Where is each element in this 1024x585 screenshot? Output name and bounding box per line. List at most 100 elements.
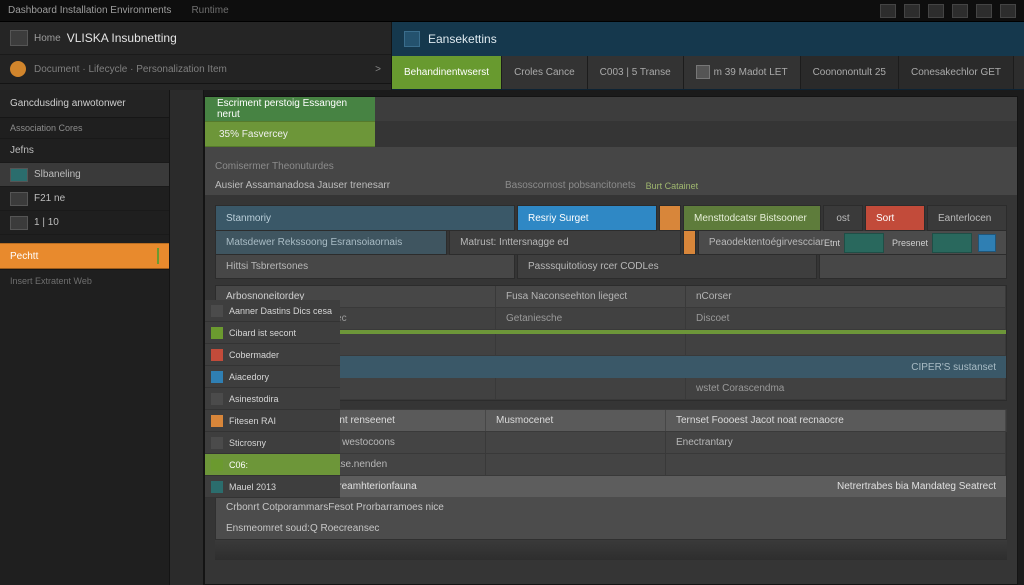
list-item[interactable]: Cibard ist secont [205, 322, 340, 344]
chevron-right-icon[interactable]: > [375, 64, 381, 75]
list-item[interactable]: Cobermader [205, 344, 340, 366]
user-avatar-icon[interactable] [10, 61, 26, 77]
gutter-panel [170, 90, 204, 585]
col-subheader: Peaodektentoégirvescciar Etnt Presenet [698, 231, 1007, 255]
tool-icon[interactable] [976, 4, 992, 18]
nav-item[interactable]: F21 ne [0, 187, 169, 211]
color-swatch-icon [211, 371, 223, 383]
col-marker [683, 231, 696, 255]
chip-small[interactable]: Etnt [824, 238, 840, 248]
section-band-meta: CIPER'S sustanset [891, 362, 996, 373]
color-swatch-icon [211, 327, 223, 339]
col-header-primary[interactable]: Resriy Surget [517, 205, 657, 231]
tool-icon[interactable] [952, 4, 968, 18]
color-swatch-icon [211, 459, 223, 471]
panel-footer-shade [215, 540, 1007, 560]
th[interactable]: Ternset Foooest Jacot noat recnaocre [666, 410, 1006, 431]
col-header-small[interactable]: ost [823, 205, 863, 231]
accent-bar-icon [157, 248, 159, 264]
tab-secondary[interactable]: Croles Cance [502, 56, 588, 90]
list-item[interactable]: Fitesen RAI [205, 410, 340, 432]
cell [666, 454, 1006, 476]
tool-icon[interactable] [880, 4, 896, 18]
module-title: Eansekettins [392, 22, 1024, 56]
grid-value: wstet Corascendma [686, 378, 1006, 400]
breadcrumb: Document · Lifecycle · Personalization I… [34, 64, 227, 75]
chip-icon[interactable] [978, 234, 996, 252]
nav-hint: Insert Extratent Web [0, 269, 169, 292]
nav-cta-label: Pechtt [10, 251, 38, 262]
chip-small[interactable]: Presenet [892, 238, 928, 248]
window-tool-cluster [880, 4, 1016, 18]
grid-value[interactable] [496, 334, 686, 356]
grid-value[interactable] [686, 334, 1006, 356]
tab-secondary[interactable]: Conesakechlor GET [899, 56, 1014, 90]
grid-value[interactable]: Discoet [686, 308, 1006, 330]
nav-item[interactable]: Jefns [0, 139, 169, 163]
col-marker [659, 205, 681, 231]
column-header-region: Stanmoriy Resriy Surget Mensttodcatsr Bi… [215, 205, 1007, 279]
tool-icon[interactable] [928, 4, 944, 18]
tab-secondary[interactable]: Coononontult 25 [801, 56, 899, 90]
tab-secondary[interactable]: C003 | 5 Transe [588, 56, 684, 90]
app-logo-icon [10, 30, 28, 46]
color-swatch-icon [211, 393, 223, 405]
module-icon [404, 31, 420, 47]
col-header-alert[interactable]: Sort [865, 205, 925, 231]
substage-line: Ausier Assamanadosa Jauser trenesarr Bas… [215, 176, 1001, 195]
list-item[interactable]: Mauel 2013 [205, 476, 340, 498]
window-title: Dashboard Installation Environments [8, 5, 171, 16]
toolbar-tab[interactable] [375, 97, 1017, 121]
list-item[interactable]: Aiacedory [205, 366, 340, 388]
tab-main[interactable]: Behandinentwserst [392, 56, 502, 90]
th[interactable]: Musmocenet [486, 410, 666, 431]
cell[interactable]: Enectrantary [666, 432, 1006, 454]
box-icon [10, 192, 28, 206]
box-icon [10, 216, 28, 230]
module-tabs: Behandinentwserst Croles Cance C003 | 5 … [392, 56, 1024, 90]
col-header[interactable]: Mensttodcatsr Bistsooner [683, 205, 821, 231]
list-item[interactable]: Asinestodira [205, 388, 340, 410]
col-subheader[interactable]: Matrust: Inttersnagge ed [449, 231, 681, 255]
substage: Comisermer Theonuturdes Ausier Assamanad… [205, 147, 1017, 195]
left-nav: Gancdusding anwotonwer Association Cores… [0, 90, 170, 585]
tool-icon[interactable] [1000, 4, 1016, 18]
nav-item-label: Slbaneling [34, 169, 81, 180]
col-header[interactable]: Eanterlocen [927, 205, 1007, 231]
brand-row: Home VLISKA Insubnetting [0, 22, 391, 54]
folder-icon [10, 168, 28, 182]
nav-item[interactable]: 1 | 10 [0, 211, 169, 235]
nav-item-label: 1 | 10 [34, 217, 59, 228]
app-header: Home VLISKA Insubnetting Document · Life… [0, 22, 1024, 90]
col-subheader: Hittsi Tsbrertsones [215, 255, 515, 279]
grid-value[interactable]: nCorser [686, 286, 1006, 308]
nav-cta-button[interactable]: Pechtt [0, 243, 169, 269]
nav-group-header: Association Cores [0, 118, 169, 139]
progress-band: 35% Fasvercey [205, 121, 375, 147]
list-item[interactable]: Aanner Dastins Dics cesa [205, 300, 340, 322]
nav-item-label: F21 ne [34, 193, 65, 204]
chip-list: Aanner Dastins Dics cesa Cibard ist seco… [205, 300, 340, 498]
main-toolbar: Escriment perstoig Essangen nerut [205, 97, 1017, 121]
list-item[interactable]: Sticrosny [205, 432, 340, 454]
color-swatch-icon [211, 349, 223, 361]
tool-icon[interactable] [904, 4, 920, 18]
col-subheader [819, 255, 1007, 279]
col-subheader[interactable]: Matsdewer Rekssoong Esransoiaornais [215, 231, 447, 255]
band-row: Crbonrt CotporammarsFesot Prorbarramoes … [216, 497, 1006, 518]
list-item[interactable]: C06: [205, 454, 340, 476]
tab-secondary[interactable]: m 39 Madot LET [684, 56, 801, 90]
toolbar-tab-active[interactable]: Escriment perstoig Essangen nerut [205, 97, 375, 121]
nav-item-label: Jefns [10, 145, 34, 156]
breadcrumb-row[interactable]: Document · Lifecycle · Personalization I… [0, 54, 391, 84]
grid-value[interactable]: Fusa Naconseehton liegect [496, 286, 686, 308]
window-crumb: Runtime [191, 5, 228, 16]
chip-icon[interactable] [932, 233, 972, 253]
grid-value[interactable]: Getaniesche [496, 308, 686, 330]
app-logo-label: Home [34, 33, 61, 44]
chip-icon[interactable] [844, 233, 884, 253]
band-row: Ensmeomret soud: Q Roecreansec [216, 518, 1006, 539]
col-header[interactable]: Stanmoriy [215, 205, 515, 231]
nav-item[interactable]: Slbaneling [0, 163, 169, 187]
color-swatch-icon [211, 437, 223, 449]
